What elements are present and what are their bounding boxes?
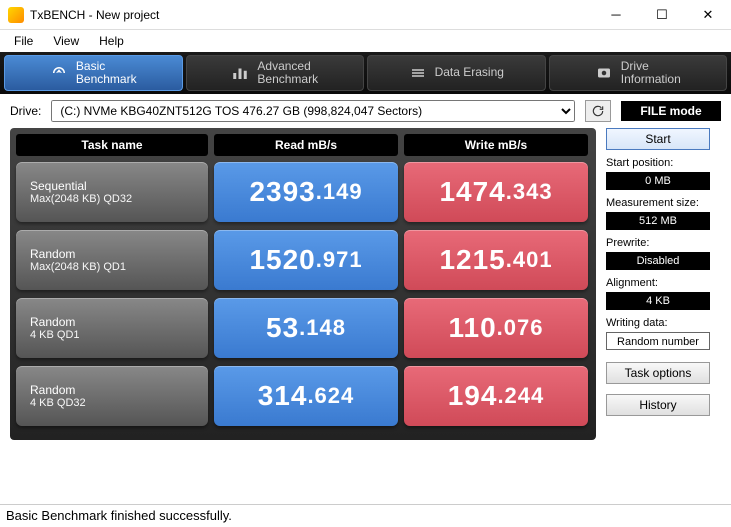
menu-file[interactable]: File (6, 32, 41, 50)
prewrite-label: Prewrite: (606, 237, 710, 249)
read-value: 53.148 (214, 298, 398, 358)
test-row: RandomMax(2048 KB) QD11520.9711215.401 (16, 230, 590, 290)
measurement-size-label: Measurement size: (606, 197, 710, 209)
header-row: Task name Read mB/s Write mB/s (16, 134, 590, 156)
close-button[interactable]: ✕ (685, 0, 731, 30)
app-icon (8, 7, 24, 23)
drive-bar: Drive: (C:) NVMe KBG40ZNT512G TOS 476.27… (0, 94, 731, 128)
test-row: Random4 KB QD32314.624194.244 (16, 366, 590, 426)
tab-label: Drive (621, 59, 649, 73)
task-name: Random (30, 247, 208, 261)
prewrite-value: Disabled (606, 252, 710, 270)
read-value: 314.624 (214, 366, 398, 426)
drive-label: Drive: (10, 104, 41, 118)
menu-bar: File View Help (0, 30, 731, 52)
tab-data-erasing[interactable]: Data Erasing (367, 55, 546, 91)
info-icon (595, 64, 613, 82)
erase-icon (409, 64, 427, 82)
tab-label: Advanced (257, 59, 310, 73)
drive-select[interactable]: (C:) NVMe KBG40ZNT512G TOS 476.27 GB (99… (51, 100, 575, 122)
task-name: Sequential (30, 179, 208, 193)
task-name: Random (30, 383, 208, 397)
write-value: 194.244 (404, 366, 588, 426)
write-value: 1215.401 (404, 230, 588, 290)
task-detail: Max(2048 KB) QD1 (30, 261, 208, 273)
bars-icon (231, 64, 249, 82)
window-title: TxBENCH - New project (30, 8, 593, 22)
benchmark-panel: Task name Read mB/s Write mB/s Sequentia… (10, 128, 596, 440)
write-value: 110.076 (404, 298, 588, 358)
task-button-0[interactable]: SequentialMax(2048 KB) QD32 (16, 162, 208, 222)
test-row: Random4 KB QD153.148110.076 (16, 298, 590, 358)
menu-view[interactable]: View (45, 32, 87, 50)
status-bar: Basic Benchmark finished successfully. (0, 504, 731, 526)
history-button[interactable]: History (606, 394, 710, 416)
read-value: 1520.971 (214, 230, 398, 290)
header-read: Read mB/s (214, 134, 398, 156)
tab-bar: BasicBenchmark AdvancedBenchmark Data Er… (0, 52, 731, 94)
start-position-label: Start position: (606, 157, 710, 169)
side-panel: Start Start position: 0 MB Measurement s… (606, 128, 710, 440)
task-options-button[interactable]: Task options (606, 362, 710, 384)
measurement-size-value: 512 MB (606, 212, 710, 230)
refresh-button[interactable] (585, 100, 611, 122)
work-area: Task name Read mB/s Write mB/s Sequentia… (0, 128, 731, 440)
maximize-button[interactable]: ☐ (639, 0, 685, 30)
tab-advanced-benchmark[interactable]: AdvancedBenchmark (186, 55, 365, 91)
read-value: 2393.149 (214, 162, 398, 222)
tab-basic-benchmark[interactable]: BasicBenchmark (4, 55, 183, 91)
writing-data-value: Random number (606, 332, 710, 350)
tab-label: Basic (76, 59, 105, 73)
start-button[interactable]: Start (606, 128, 710, 150)
task-name: Random (30, 315, 208, 329)
header-write: Write mB/s (404, 134, 588, 156)
tab-drive-information[interactable]: DriveInformation (549, 55, 728, 91)
tab-label: Data Erasing (435, 66, 504, 79)
file-mode-indicator: FILE mode (621, 101, 721, 121)
header-task: Task name (16, 134, 208, 156)
task-detail: 4 KB QD1 (30, 329, 208, 341)
alignment-label: Alignment: (606, 277, 710, 289)
writing-data-label: Writing data: (606, 317, 710, 329)
menu-help[interactable]: Help (91, 32, 132, 50)
task-button-3[interactable]: Random4 KB QD32 (16, 366, 208, 426)
task-button-2[interactable]: Random4 KB QD1 (16, 298, 208, 358)
test-row: SequentialMax(2048 KB) QD322393.1491474.… (16, 162, 590, 222)
gauge-icon (50, 64, 68, 82)
minimize-button[interactable]: ─ (593, 0, 639, 30)
title-bar: TxBENCH - New project ─ ☐ ✕ (0, 0, 731, 30)
task-button-1[interactable]: RandomMax(2048 KB) QD1 (16, 230, 208, 290)
task-detail: Max(2048 KB) QD32 (30, 193, 208, 205)
start-position-value: 0 MB (606, 172, 710, 190)
task-detail: 4 KB QD32 (30, 397, 208, 409)
write-value: 1474.343 (404, 162, 588, 222)
alignment-value: 4 KB (606, 292, 710, 310)
